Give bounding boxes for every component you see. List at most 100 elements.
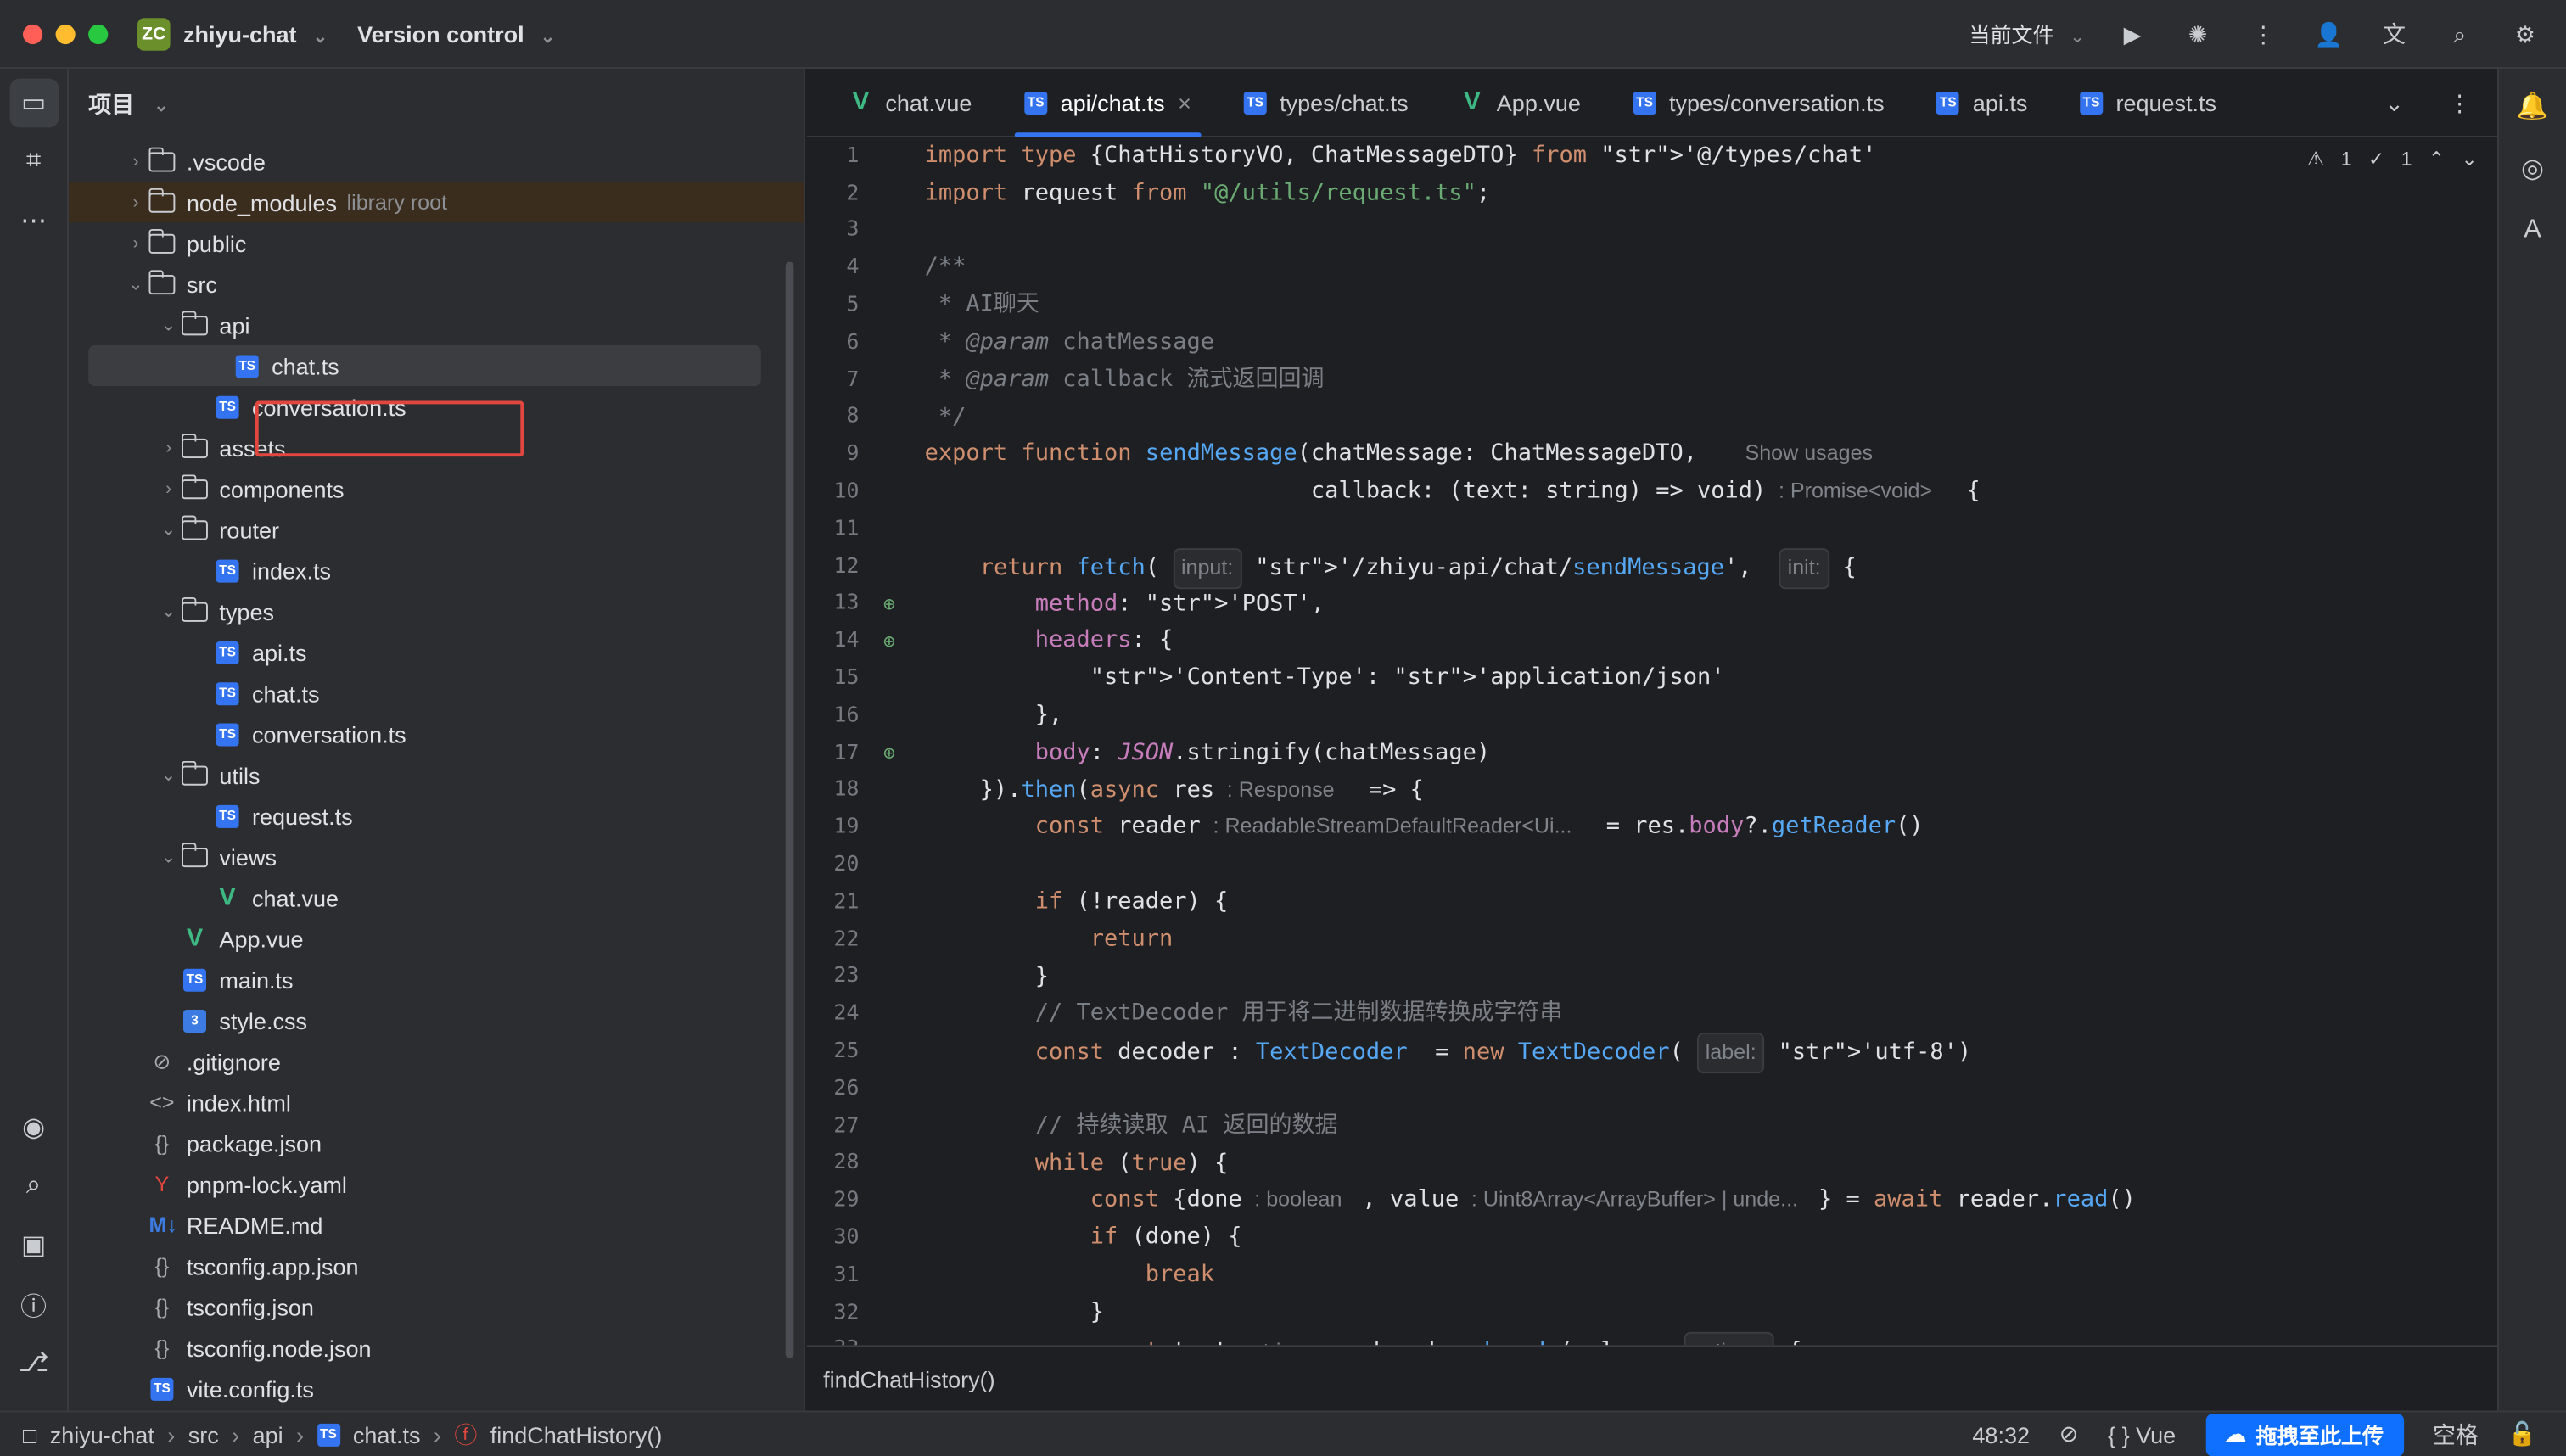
tree-row[interactable]: Vchat.vue <box>69 877 804 918</box>
code-line[interactable]: headers: { <box>925 623 2474 660</box>
tree-row[interactable]: V App.vue <box>69 918 804 959</box>
code-line[interactable] <box>925 846 2474 883</box>
chevron-right-icon[interactable]: › <box>125 151 148 171</box>
tree-row[interactable]: 3 style.css <box>69 1000 804 1040</box>
editor-tab[interactable]: TS api.ts <box>1911 68 2054 137</box>
code-line[interactable]: * @param callback 流式返回回调 <box>925 361 2474 399</box>
tree-row[interactable]: <> index.html <box>69 1082 804 1123</box>
chevron-right-icon[interactable]: › <box>157 479 180 498</box>
code-line[interactable]: if (!reader) { <box>925 883 2474 921</box>
upload-button[interactable]: ☁ 拖拽至此上传 <box>2205 1413 2404 1456</box>
tree-row[interactable]: TS conversation.ts <box>69 386 804 427</box>
indent-indicator[interactable]: 空格 <box>2433 1418 2479 1451</box>
code-line[interactable]: const {done : boolean , value : Uint8Arr… <box>925 1182 2474 1219</box>
chevron-down-icon[interactable]: ⌄ <box>157 314 180 335</box>
tree-row[interactable]: M↓ README.md <box>69 1204 804 1245</box>
problems-tool-button[interactable]: ⓘ <box>9 1280 59 1329</box>
run-config-selector[interactable]: 当前文件 ⌄ <box>1969 18 2085 49</box>
chevron-down-icon[interactable]: ⌄ <box>157 846 180 867</box>
code-line[interactable]: const decoder : TextDecoder = new TextDe… <box>925 1033 2474 1074</box>
tab-more-icon[interactable]: ⋮ <box>2441 84 2477 120</box>
debug-icon[interactable]: ✺ <box>2180 15 2216 51</box>
run-icon[interactable]: ▶ <box>2115 15 2150 51</box>
code-line[interactable] <box>925 1070 2474 1107</box>
code-line[interactable]: callback: (text: string) => void) : Prom… <box>925 473 2474 511</box>
gutter-marker-icon[interactable]: ⊕ <box>883 742 895 764</box>
tab-menu-chevron-icon[interactable]: ⌄ <box>2376 84 2412 120</box>
close-tab-icon[interactable]: × <box>1178 89 1191 115</box>
chevron-down-icon[interactable]: ⌄ <box>157 601 180 622</box>
more-tools-button[interactable]: ⋯ <box>9 196 59 245</box>
tree-row[interactable]: ⌄ types <box>69 591 804 631</box>
code-line[interactable] <box>925 212 2474 249</box>
tree-row[interactable]: TS main.ts <box>69 959 804 1000</box>
code-line[interactable]: if (done) { <box>925 1219 2474 1257</box>
editor-tab[interactable]: TS api/chat.ts × <box>998 68 1217 137</box>
editor-tab[interactable]: TS types/chat.ts <box>1218 68 1435 137</box>
translate-icon[interactable]: 文 <box>2376 15 2412 51</box>
ai-assistant-tool-button[interactable]: ◎ <box>2508 144 2558 193</box>
chevron-down-icon[interactable]: ⌄ <box>125 273 148 294</box>
code-line[interactable]: export function sendMessage(chatMessage:… <box>925 436 2474 473</box>
code-line[interactable]: // TextDecoder 用于将二进制数据转换成字符串 <box>925 995 2474 1033</box>
project-pane-header[interactable]: 项目 ⌄ <box>69 69 804 141</box>
notifications-tool-button[interactable]: 🔔 <box>2508 81 2558 131</box>
chevron-down-icon[interactable]: ⌄ <box>157 764 180 786</box>
tree-row[interactable]: TS chat.ts <box>88 344 761 387</box>
code-line[interactable]: const reader : ReadableStreamDefaultRead… <box>925 809 2474 846</box>
tree-row[interactable]: Ypnpm-lock.yaml <box>69 1163 804 1204</box>
add-user-icon[interactable]: 👤 <box>2311 15 2346 51</box>
chevron-right-icon[interactable]: › <box>157 438 180 457</box>
tree-row[interactable]: ⌄ router <box>69 509 804 550</box>
code-line[interactable]: return fetch( input: "str">'/zhiyu-api/c… <box>925 547 2474 589</box>
gutter-marker-icon[interactable]: ⊕ <box>883 592 895 615</box>
tree-row[interactable]: ⌄ views <box>69 837 804 877</box>
chevron-right-icon[interactable]: › <box>125 193 148 212</box>
code-line[interactable]: * @param chatMessage <box>925 324 2474 361</box>
crumb-api[interactable]: api <box>253 1421 283 1448</box>
services-tool-button[interactable]: ◉ <box>9 1103 59 1152</box>
tree-row[interactable]: TS conversation.ts <box>69 714 804 754</box>
crumb-project[interactable]: zhiyu-chat <box>50 1421 154 1448</box>
project-switcher[interactable]: zhiyu-chat ⌄ <box>183 20 328 47</box>
code-line[interactable]: // 持续读取 AI 返回的数据 <box>925 1107 2474 1145</box>
tree-row[interactable]: › assets <box>69 427 804 468</box>
project-tool-button[interactable]: ▭ <box>8 78 59 128</box>
terminal-tool-button[interactable]: ▣ <box>9 1221 59 1270</box>
translation-tool-button[interactable]: A <box>2508 206 2558 255</box>
cursor-position[interactable]: 48:32 <box>1972 1421 2030 1448</box>
code-line[interactable] <box>925 511 2474 548</box>
crumb-file[interactable]: chat.ts <box>353 1421 421 1448</box>
tree-row[interactable]: ⌄ api <box>69 305 804 345</box>
code-line[interactable]: while (true) { <box>925 1145 2474 1182</box>
code-line[interactable]: body: JSON.stringify(chatMessage) <box>925 734 2474 771</box>
tree-row[interactable]: {} package.json <box>69 1123 804 1163</box>
code-line[interactable]: import request from "@/utils/request.ts"… <box>925 175 2474 212</box>
code-line[interactable]: return <box>925 921 2474 958</box>
version-control-menu[interactable]: Version control ⌄ <box>357 20 555 47</box>
editor-tab[interactable]: TS types/conversation.ts <box>1607 68 1911 137</box>
tree-row[interactable]: ⊘ .gitignore <box>69 1041 804 1082</box>
search-icon[interactable]: ⌕ <box>2441 15 2477 51</box>
chevron-down-icon[interactable]: ⌄ <box>157 518 180 540</box>
code-line[interactable]: } <box>925 1294 2474 1331</box>
chevron-right-icon[interactable]: › <box>125 233 148 253</box>
code-line[interactable]: } <box>925 958 2474 995</box>
project-scrollbar[interactable] <box>785 261 794 1358</box>
tree-row[interactable]: ⌄ utils <box>69 754 804 795</box>
editor-tab[interactable]: Vchat.vue <box>823 68 998 137</box>
code-line[interactable]: import type {ChatHistoryVO, ChatMessageD… <box>925 137 2474 175</box>
crumb-function[interactable]: findChatHistory() <box>490 1421 663 1448</box>
tree-row[interactable]: {} tsconfig.json <box>69 1286 804 1327</box>
minimize-window-button[interactable] <box>55 23 76 44</box>
tree-row[interactable]: TS chat.ts <box>69 673 804 714</box>
git-tool-button[interactable]: ⎇ <box>9 1339 59 1388</box>
editor-breadcrumb[interactable]: findChatHistory() <box>806 1345 2498 1411</box>
code-line[interactable]: */ <box>925 399 2474 436</box>
code-line[interactable]: }, <box>925 697 2474 734</box>
language-indicator[interactable]: { } Vue <box>2108 1421 2176 1448</box>
more-actions-icon[interactable]: ⋮ <box>2245 15 2281 51</box>
settings-icon[interactable]: ⚙ <box>2507 15 2543 51</box>
code-line[interactable]: /** <box>925 249 2474 287</box>
lock-icon[interactable]: 🔓 <box>2508 1420 2537 1448</box>
